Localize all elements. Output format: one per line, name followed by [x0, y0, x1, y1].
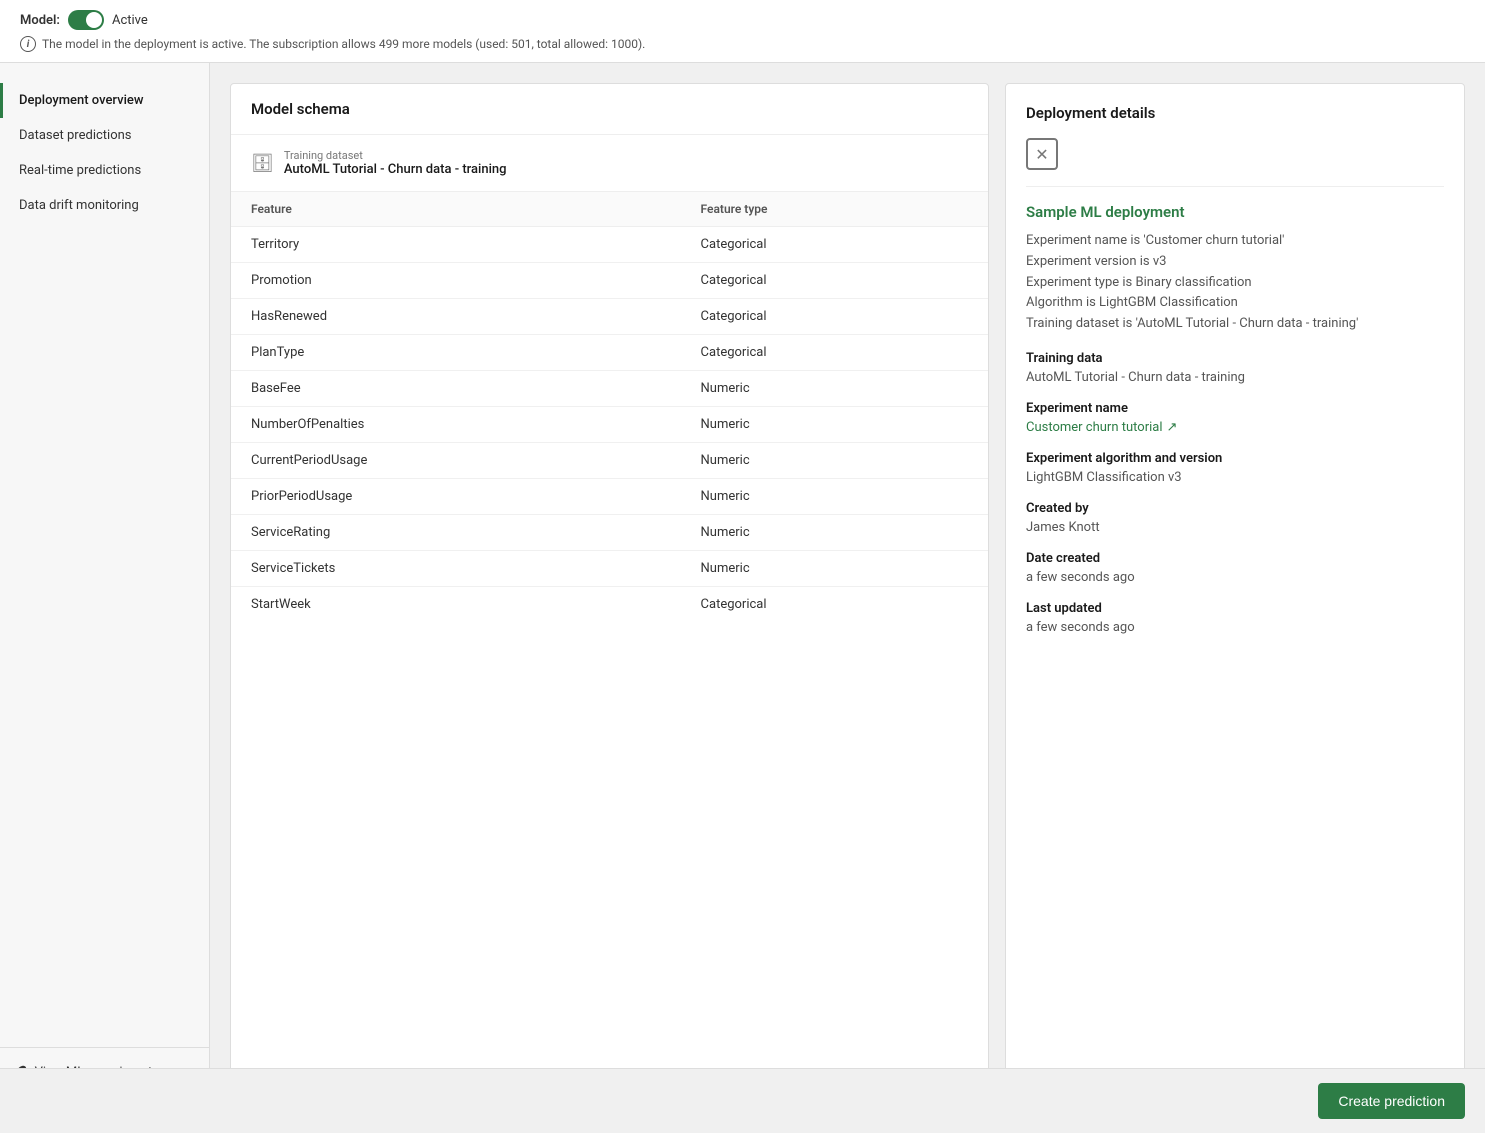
feature-type-cell: Numeric	[681, 551, 988, 587]
model-status-row: Model: Active	[20, 10, 1465, 30]
feature-type-cell: Numeric	[681, 479, 988, 515]
feature-type-cell: Numeric	[681, 443, 988, 479]
no-model-icon: ✕	[1026, 138, 1058, 170]
deployment-name: Sample ML deployment	[1026, 203, 1444, 221]
feature-cell: ServiceTickets	[231, 551, 681, 587]
details-section-title: Last updated	[1026, 601, 1444, 616]
info-icon: i	[20, 36, 36, 52]
main-layout: Deployment overviewDataset predictionsRe…	[0, 63, 1485, 1116]
details-section: Date created a few seconds ago	[1026, 551, 1444, 585]
deployment-meta-line: Experiment type is Binary classification	[1026, 273, 1444, 294]
details-section-link[interactable]: Customer churn tutorial ↗	[1026, 420, 1177, 435]
details-sections: Training data AutoML Tutorial - Churn dat…	[1026, 351, 1444, 635]
details-section: Experiment algorithm and version LightGBM…	[1026, 451, 1444, 485]
feature-type-cell: Numeric	[681, 371, 988, 407]
feature-cell: BaseFee	[231, 371, 681, 407]
deployment-meta-line: Experiment name is 'Customer churn tutor…	[1026, 231, 1444, 252]
sidebar-nav: Deployment overviewDataset predictionsRe…	[0, 83, 209, 223]
feature-type-cell: Categorical	[681, 299, 988, 335]
feature-table: Feature Feature type TerritoryCategorica…	[231, 192, 988, 622]
table-row: PlanTypeCategorical	[231, 335, 988, 371]
table-row: ServiceTicketsNumeric	[231, 551, 988, 587]
info-bar: i The model in the deployment is active.…	[20, 36, 1465, 52]
feature-type-cell: Numeric	[681, 407, 988, 443]
feature-cell: ServiceRating	[231, 515, 681, 551]
sidebar-item-realtime-predictions[interactable]: Real-time predictions	[0, 153, 209, 188]
deployment-meta-line: Training dataset is 'AutoML Tutorial - C…	[1026, 314, 1444, 335]
details-section-title: Training data	[1026, 351, 1444, 366]
feature-type-cell: Numeric	[681, 515, 988, 551]
details-section: Training data AutoML Tutorial - Churn dat…	[1026, 351, 1444, 385]
table-row: CurrentPeriodUsageNumeric	[231, 443, 988, 479]
feature-type-col-header: Feature type	[681, 192, 988, 227]
feature-cell: PriorPeriodUsage	[231, 479, 681, 515]
table-row: PromotionCategorical	[231, 263, 988, 299]
table-row: TerritoryCategorical	[231, 227, 988, 263]
details-section-value: a few seconds ago	[1026, 570, 1444, 585]
feature-cell: NumberOfPenalties	[231, 407, 681, 443]
feature-cell: StartWeek	[231, 587, 681, 623]
database-icon: 🗄	[251, 153, 274, 174]
schema-panel-title: Model schema	[251, 100, 350, 118]
feature-cell: Promotion	[231, 263, 681, 299]
sidebar-item-data-drift[interactable]: Data drift monitoring	[0, 188, 209, 223]
feature-cell: PlanType	[231, 335, 681, 371]
model-icon-container: ✕	[1026, 138, 1444, 170]
training-dataset: 🗄 Training dataset AutoML Tutorial - Chu…	[231, 135, 988, 192]
info-text: The model in the deployment is active. T…	[42, 37, 645, 51]
feature-cell: Territory	[231, 227, 681, 263]
model-status-text: Active	[112, 13, 148, 28]
top-bar: Model: Active i The model in the deploym…	[0, 0, 1485, 63]
sidebar-item-dataset-predictions[interactable]: Dataset predictions	[0, 118, 209, 153]
schema-panel: Model schema 🗄 Training dataset AutoML T…	[230, 83, 989, 1096]
table-row: ServiceRatingNumeric	[231, 515, 988, 551]
feature-type-cell: Categorical	[681, 227, 988, 263]
feature-cell: CurrentPeriodUsage	[231, 443, 681, 479]
training-dataset-name: AutoML Tutorial - Churn data - training	[284, 162, 507, 177]
deployment-meta-line: Algorithm is LightGBM Classification	[1026, 293, 1444, 314]
table-row: BaseFeeNumeric	[231, 371, 988, 407]
feature-table-header-row: Feature Feature type	[231, 192, 988, 227]
table-row: StartWeekCategorical	[231, 587, 988, 623]
create-prediction-button[interactable]: Create prediction	[1318, 1083, 1465, 1119]
details-section-title: Date created	[1026, 551, 1444, 566]
details-section-value: a few seconds ago	[1026, 620, 1444, 635]
table-row: PriorPeriodUsageNumeric	[231, 479, 988, 515]
table-row: NumberOfPenaltiesNumeric	[231, 407, 988, 443]
model-label: Model:	[20, 13, 60, 28]
details-panel: Deployment details ✕ Sample ML deploymen…	[1005, 83, 1465, 1096]
details-section: Experiment name Customer churn tutorial ↗	[1026, 401, 1444, 435]
details-panel-title: Deployment details	[1026, 104, 1444, 122]
deployment-meta: Experiment name is 'Customer churn tutor…	[1026, 231, 1444, 335]
bottom-bar: Create prediction	[0, 1068, 1485, 1133]
details-section: Last updated a few seconds ago	[1026, 601, 1444, 635]
training-dataset-info: Training dataset AutoML Tutorial - Churn…	[284, 149, 507, 177]
details-section-value: LightGBM Classification v3	[1026, 470, 1444, 485]
feature-type-cell: Categorical	[681, 587, 988, 623]
details-section-title: Experiment algorithm and version	[1026, 451, 1444, 466]
model-active-toggle[interactable]	[68, 10, 104, 30]
details-section-title: Created by	[1026, 501, 1444, 516]
details-section-value: James Knott	[1026, 520, 1444, 535]
sidebar: Deployment overviewDataset predictionsRe…	[0, 63, 210, 1116]
training-dataset-label: Training dataset	[284, 149, 507, 162]
x-mark-icon: ✕	[1035, 145, 1048, 164]
external-link-icon: ↗	[1167, 420, 1178, 435]
feature-col-header: Feature	[231, 192, 681, 227]
feature-cell: HasRenewed	[231, 299, 681, 335]
feature-type-cell: Categorical	[681, 263, 988, 299]
deployment-meta-line: Experiment version is v3	[1026, 252, 1444, 273]
schema-panel-header: Model schema	[231, 84, 988, 135]
details-section: Created by James Knott	[1026, 501, 1444, 535]
content-area: Model schema 🗄 Training dataset AutoML T…	[210, 63, 1485, 1116]
feature-type-cell: Categorical	[681, 335, 988, 371]
table-row: HasRenewedCategorical	[231, 299, 988, 335]
details-section-value: AutoML Tutorial - Churn data - training	[1026, 370, 1444, 385]
sidebar-item-deployment-overview[interactable]: Deployment overview	[0, 83, 209, 118]
details-divider	[1026, 186, 1444, 187]
details-section-title: Experiment name	[1026, 401, 1444, 416]
